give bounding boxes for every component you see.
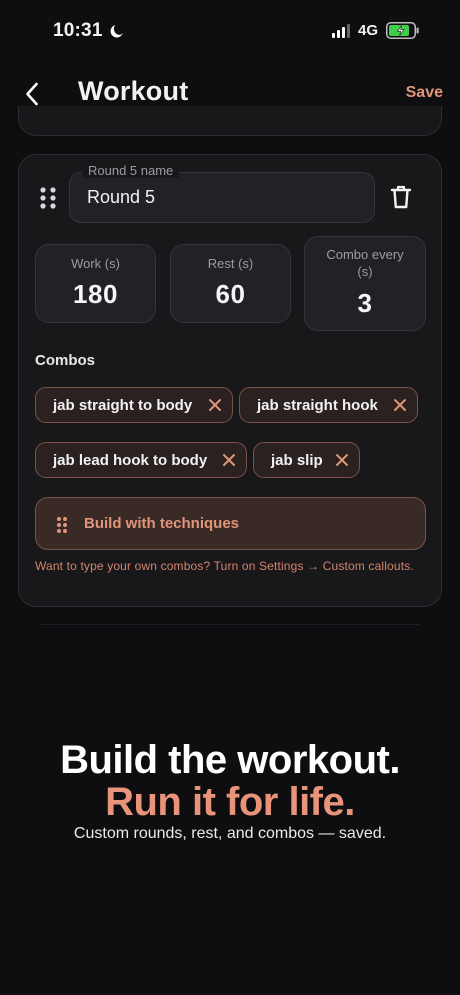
status-right: 4G xyxy=(331,22,420,39)
combo-every-label: Combo every xyxy=(326,247,404,262)
combo-chip[interactable]: jab straight to body xyxy=(35,387,233,423)
save-button[interactable]: Save xyxy=(406,84,443,102)
close-icon[interactable] xyxy=(222,453,236,467)
build-with-techniques-button[interactable]: Build with techniques xyxy=(35,497,426,550)
network-label: 4G xyxy=(357,22,378,39)
rest-value: 60 xyxy=(215,279,246,309)
divider xyxy=(40,624,420,625)
combo-chip-label: jab straight hook xyxy=(257,396,378,414)
battery-icon xyxy=(386,22,419,39)
page-title: Workout xyxy=(78,76,189,106)
combo-every-value: 3 xyxy=(357,288,373,318)
grip-icon xyxy=(57,517,67,533)
work-seconds-field[interactable]: Work (s) 180 xyxy=(35,244,156,323)
work-label: Work (s) xyxy=(71,256,120,271)
rest-label: Rest (s) xyxy=(207,256,254,271)
combo-chip[interactable]: jab lead hook to body xyxy=(35,442,247,478)
combo-chip[interactable]: jab straight hook xyxy=(239,387,418,423)
combo-every-field[interactable]: Combo every (s) 3 xyxy=(304,236,426,331)
workout-screen: 10:31 4G Workout Save Round 5 name Round… xyxy=(0,0,460,995)
work-value: 180 xyxy=(73,279,118,309)
close-icon[interactable] xyxy=(208,398,222,412)
combo-chip-label: jab straight to body xyxy=(53,396,193,414)
drag-handle-icon[interactable] xyxy=(38,186,58,210)
trash-icon[interactable] xyxy=(389,184,413,210)
promo-headline: Build the workout. xyxy=(60,738,400,782)
promo-tagline: Run it for life. xyxy=(105,780,355,824)
build-with-techniques-label: Build with techniques xyxy=(84,515,240,532)
close-icon[interactable] xyxy=(335,453,349,467)
round-name-field[interactable]: Round 5 name xyxy=(69,163,375,223)
moon-icon xyxy=(110,25,123,38)
promo-subtitle: Custom rounds, rest, and combos — saved. xyxy=(73,825,387,842)
signal-icon xyxy=(331,23,350,38)
status-time-group: 10:31 xyxy=(53,20,125,42)
combo-chip-label: jab slip xyxy=(271,451,323,469)
chevron-left-icon xyxy=(26,82,38,106)
custom-callouts-hint: Want to type your own combos? Turn on Se… xyxy=(35,559,414,573)
round-card: Round 5 name Work (s) 180 Rest (s) 60 Co… xyxy=(18,154,442,607)
status-bar: 10:31 4G xyxy=(0,0,460,62)
rest-seconds-field[interactable]: Rest (s) 60 xyxy=(170,244,291,323)
previous-round-card xyxy=(18,106,442,136)
promo-banner: Build the workout. Run it for life. Cust… xyxy=(0,738,460,844)
round-name-label: Round 5 name xyxy=(82,163,180,178)
round-name-input[interactable] xyxy=(87,187,357,208)
close-icon[interactable] xyxy=(393,398,407,412)
combo-chip-label: jab lead hook to body xyxy=(53,451,208,469)
status-time: 10:31 xyxy=(53,20,103,41)
combo-chip[interactable]: jab slip xyxy=(253,442,360,478)
combos-heading: Combos xyxy=(35,352,95,369)
combo-every-unit: (s) xyxy=(357,264,373,279)
